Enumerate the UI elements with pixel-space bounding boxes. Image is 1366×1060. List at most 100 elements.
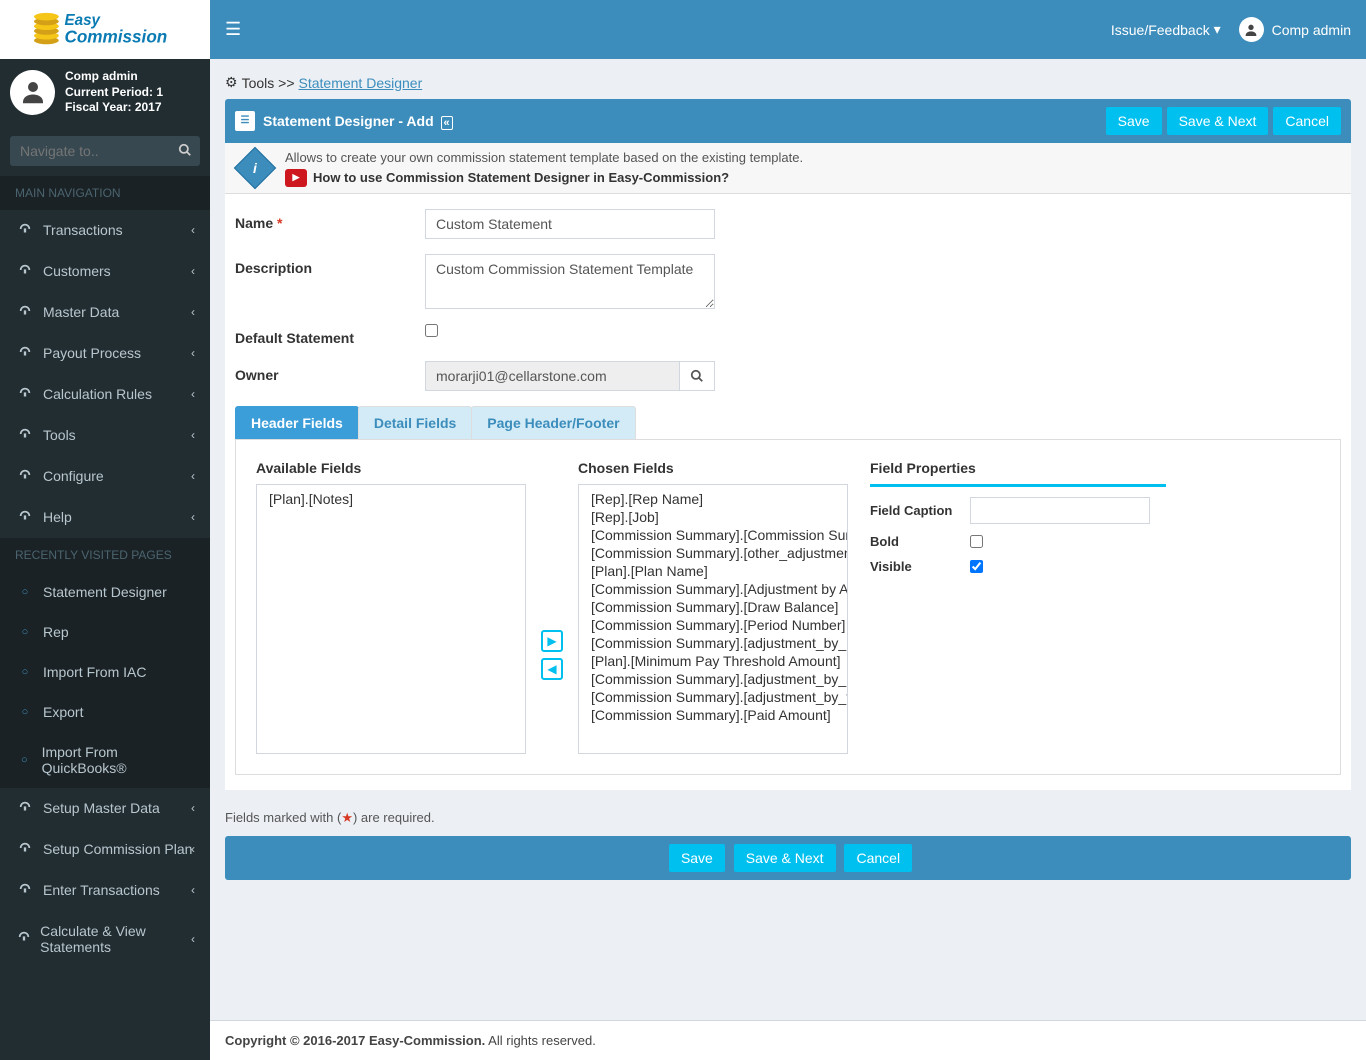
panel-icon: ☰ bbox=[235, 111, 255, 131]
chevron-left-icon: ‹ bbox=[191, 346, 195, 360]
description-label: Description bbox=[235, 254, 425, 276]
list-item[interactable]: [Rep].[Rep Name] bbox=[579, 490, 847, 508]
recent-item-import-from-iac[interactable]: ○Import From IAC bbox=[0, 652, 210, 692]
list-item[interactable]: [Plan].[Notes] bbox=[257, 490, 525, 508]
sidebar-item-payout-process[interactable]: Payout Process‹ bbox=[0, 333, 210, 374]
sidebar-item-tools[interactable]: Tools‹ bbox=[0, 415, 210, 456]
sidebar-item-enter-transactions[interactable]: Enter Transactions‹ bbox=[0, 870, 210, 911]
youtube-icon[interactable]: ▶ bbox=[285, 169, 307, 187]
topbar: ☰ Issue/Feedback ▾ Comp admin bbox=[210, 0, 1366, 59]
list-item[interactable]: [Commission Summary].[Adjustment by Admi… bbox=[579, 580, 847, 598]
gear-icon: ⚙ bbox=[225, 74, 238, 91]
user-panel: Comp admin Current Period: 1 Fiscal Year… bbox=[0, 59, 210, 126]
visible-label: Visible bbox=[870, 559, 970, 574]
chevron-left-icon: ‹ bbox=[191, 883, 195, 897]
chevron-left-icon: ‹ bbox=[191, 223, 195, 237]
chevron-left-icon: ‹ bbox=[191, 801, 195, 815]
default-statement-label: Default Statement bbox=[235, 324, 425, 346]
sidebar-item-help[interactable]: Help‹ bbox=[0, 497, 210, 538]
sidebar-item-master-data[interactable]: Master Data‹ bbox=[0, 292, 210, 333]
circle-icon: ○ bbox=[15, 754, 34, 766]
sidebar-search-input[interactable] bbox=[10, 136, 200, 166]
circle-icon: ○ bbox=[15, 666, 35, 678]
description-input[interactable]: Custom Commission Statement Template bbox=[425, 254, 715, 309]
save-button[interactable]: Save bbox=[1106, 107, 1162, 135]
svg-text:Commission: Commission bbox=[64, 26, 167, 46]
dashboard-icon bbox=[15, 800, 35, 817]
list-item[interactable]: [Commission Summary].[adjustment_by_rep] bbox=[579, 634, 847, 652]
app-logo[interactable]: Easy Commission bbox=[0, 0, 210, 59]
move-left-button[interactable]: ◀ bbox=[541, 658, 563, 680]
search-icon[interactable] bbox=[178, 143, 192, 160]
dashboard-icon bbox=[15, 930, 32, 947]
dashboard-icon bbox=[15, 263, 35, 280]
cancel-button[interactable]: Cancel bbox=[1273, 107, 1341, 135]
dashboard-icon bbox=[15, 222, 35, 239]
sidebar-item-customers[interactable]: Customers‹ bbox=[0, 251, 210, 292]
save-button-bottom[interactable]: Save bbox=[669, 844, 725, 872]
sidebar-item-transactions[interactable]: Transactions‹ bbox=[0, 210, 210, 251]
collapse-icon[interactable]: « bbox=[441, 116, 453, 130]
circle-icon: ○ bbox=[15, 706, 35, 718]
name-label: Name * bbox=[235, 209, 425, 231]
avatar-icon bbox=[1239, 17, 1264, 42]
list-item[interactable]: [Plan].[Plan Name] bbox=[579, 562, 847, 580]
recent-item-statement-designer[interactable]: ○Statement Designer bbox=[0, 572, 210, 612]
available-fields-label: Available Fields bbox=[256, 460, 526, 476]
default-statement-checkbox[interactable] bbox=[425, 324, 438, 337]
cancel-button-bottom[interactable]: Cancel bbox=[844, 844, 912, 872]
chosen-fields-label: Chosen Fields bbox=[578, 460, 848, 476]
list-item[interactable]: [Commission Summary].[adjustment_by_mgr] bbox=[579, 670, 847, 688]
name-input[interactable] bbox=[425, 209, 715, 239]
list-item[interactable]: [Commission Summary].[Period Number] bbox=[579, 616, 847, 634]
info-strip: i Allows to create your own commission s… bbox=[225, 143, 1351, 194]
chosen-fields-list[interactable]: [Rep].[Rep Name][Rep].[Job][Commission S… bbox=[578, 484, 848, 754]
sidebar-item-calculation-rules[interactable]: Calculation Rules‹ bbox=[0, 374, 210, 415]
list-item[interactable]: [Commission Summary].[Commission Summary… bbox=[579, 526, 847, 544]
tab-header-fields[interactable]: Header Fields bbox=[235, 406, 359, 439]
circle-icon: ○ bbox=[15, 586, 35, 598]
list-item[interactable]: [Commission Summary].[adjustment_by_fin] bbox=[579, 688, 847, 706]
chevron-left-icon: ‹ bbox=[191, 264, 195, 278]
recent-item-export[interactable]: ○Export bbox=[0, 692, 210, 732]
recent-item-import-from-quickbooks-[interactable]: ○Import From QuickBooks® bbox=[0, 732, 210, 788]
dashboard-icon bbox=[15, 882, 35, 899]
sidebar-item-calculate-view-statements[interactable]: Calculate & View Statements‹ bbox=[0, 911, 210, 967]
topbar-user[interactable]: Comp admin bbox=[1239, 17, 1351, 42]
breadcrumb-link[interactable]: Statement Designer bbox=[299, 75, 423, 91]
field-caption-input[interactable] bbox=[970, 497, 1150, 524]
dashboard-icon bbox=[15, 841, 35, 858]
recent-item-rep[interactable]: ○Rep bbox=[0, 612, 210, 652]
owner-label: Owner bbox=[235, 361, 425, 383]
sidebar-item-setup-master-data[interactable]: Setup Master Data‹ bbox=[0, 788, 210, 829]
sidebar-item-setup-commission-plan[interactable]: Setup Commission Plan‹ bbox=[0, 829, 210, 870]
chevron-left-icon: ‹ bbox=[191, 428, 195, 442]
list-item[interactable]: [Plan].[Minimum Pay Threshold Amount] bbox=[579, 652, 847, 670]
hamburger-icon[interactable]: ☰ bbox=[225, 19, 241, 40]
circle-icon: ○ bbox=[15, 626, 35, 638]
user-period: Current Period: 1 bbox=[65, 85, 163, 101]
list-item[interactable]: [Commission Summary].[Draw Balance] bbox=[579, 598, 847, 616]
sidebar-item-configure[interactable]: Configure‹ bbox=[0, 456, 210, 497]
tab-page-header-footer[interactable]: Page Header/Footer bbox=[471, 406, 635, 439]
save-next-button-bottom[interactable]: Save & Next bbox=[734, 844, 836, 872]
move-right-button[interactable]: ▶ bbox=[541, 630, 563, 652]
chevron-left-icon: ‹ bbox=[191, 842, 195, 856]
chevron-left-icon: ‹ bbox=[191, 932, 195, 946]
tab-detail-fields[interactable]: Detail Fields bbox=[358, 406, 472, 439]
list-item[interactable]: [Rep].[Job] bbox=[579, 508, 847, 526]
caret-down-icon: ▾ bbox=[1214, 21, 1221, 38]
help-video-link[interactable]: How to use Commission Statement Designer… bbox=[313, 170, 729, 185]
dashboard-icon bbox=[15, 427, 35, 444]
owner-lookup-button[interactable] bbox=[680, 361, 715, 391]
required-note: Fields marked with (★) are required. bbox=[225, 800, 1351, 836]
bold-checkbox[interactable] bbox=[970, 535, 983, 548]
issue-feedback-menu[interactable]: Issue/Feedback ▾ bbox=[1111, 21, 1221, 38]
list-item[interactable]: [Commission Summary].[Paid Amount] bbox=[579, 706, 847, 724]
owner-input bbox=[425, 361, 680, 391]
user-fiscal: Fiscal Year: 2017 bbox=[65, 100, 163, 116]
visible-checkbox[interactable] bbox=[970, 560, 983, 573]
available-fields-list[interactable]: [Plan].[Notes] bbox=[256, 484, 526, 754]
save-next-button[interactable]: Save & Next bbox=[1167, 107, 1269, 135]
list-item[interactable]: [Commission Summary].[other_adjustment] bbox=[579, 544, 847, 562]
